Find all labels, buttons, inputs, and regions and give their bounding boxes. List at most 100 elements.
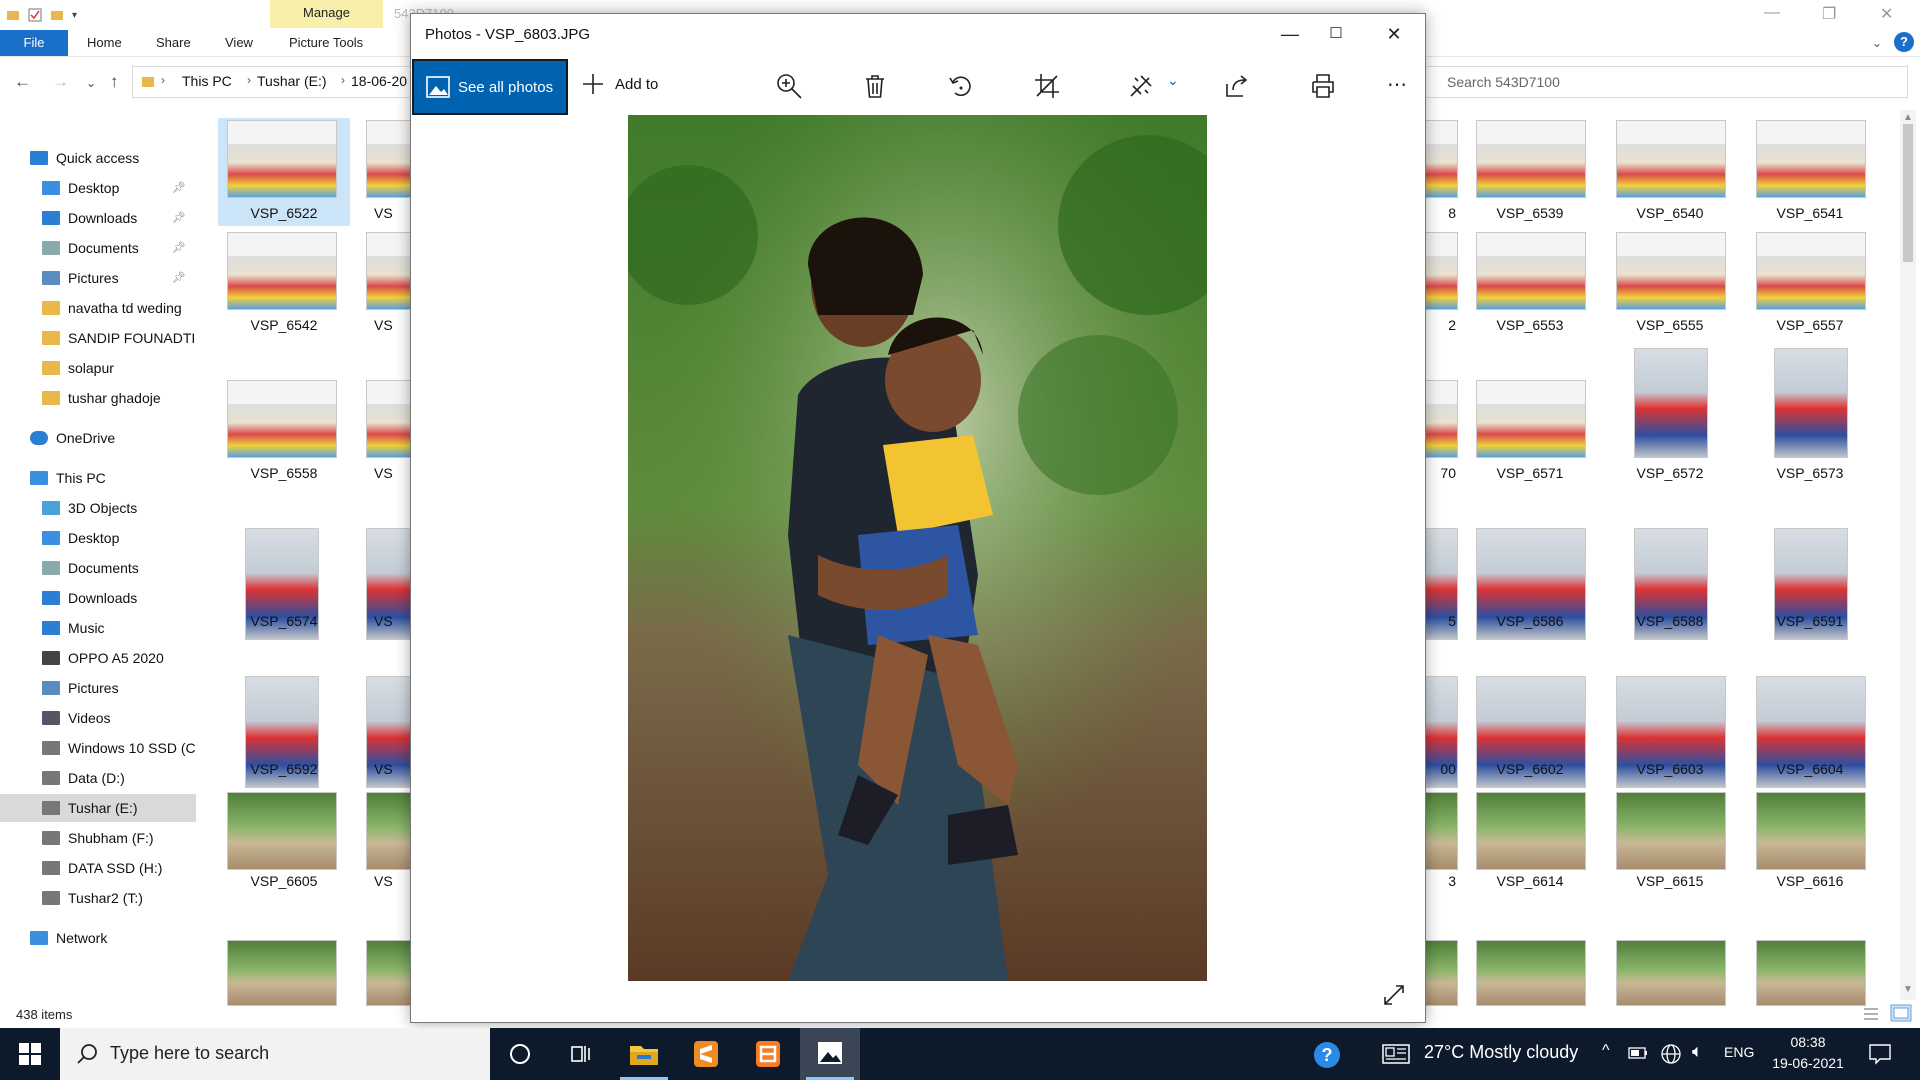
- photos-taskbar-button[interactable]: [800, 1028, 860, 1080]
- more-icon[interactable]: ⋯: [1387, 72, 1407, 97]
- scroll-down-icon[interactable]: ▼: [1903, 984, 1913, 995]
- news-weather-icon[interactable]: [1382, 1044, 1410, 1064]
- file-name-label[interactable]: VSP_6572: [1604, 465, 1736, 481]
- file-name-label[interactable]: 70: [1424, 465, 1456, 481]
- file-name-label[interactable]: VSP_6604: [1744, 761, 1876, 777]
- thumbnail[interactable]: [1476, 120, 1586, 198]
- minimize-icon[interactable]: —: [1267, 20, 1313, 48]
- file-name-label[interactable]: 2: [1424, 317, 1456, 333]
- thumbnail[interactable]: [1476, 792, 1586, 870]
- file-name-label[interactable]: VS: [374, 465, 414, 481]
- thumbnail[interactable]: [1634, 348, 1708, 458]
- thumbnail[interactable]: [227, 940, 337, 1006]
- file-name-label[interactable]: VSP_6540: [1604, 205, 1736, 221]
- scroll-thumb[interactable]: [1903, 124, 1913, 262]
- search-box[interactable]: Search 543D7100: [1420, 66, 1908, 98]
- thumbnail[interactable]: [366, 120, 412, 198]
- details-view-icon[interactable]: [1862, 1006, 1880, 1022]
- file-name-label[interactable]: VS: [374, 205, 414, 221]
- thumbnail[interactable]: [1616, 120, 1726, 198]
- file-name-label[interactable]: VSP_6573: [1744, 465, 1876, 481]
- add-to-button[interactable]: Add to: [581, 72, 658, 96]
- sidebar-item[interactable]: Data (D:): [0, 764, 196, 792]
- close-icon[interactable]: ✕: [1371, 20, 1417, 48]
- breadcrumb-separator[interactable]: ›: [161, 73, 165, 87]
- sidebar-item[interactable]: Pictures 📌︎: [0, 264, 196, 292]
- sidebar-item[interactable]: OneDrive: [0, 424, 196, 452]
- new-folder-icon[interactable]: [50, 8, 64, 22]
- restore-icon[interactable]: ❐: [1822, 4, 1836, 24]
- taskbar-search-box[interactable]: Type here to search: [60, 1028, 490, 1080]
- tab-view[interactable]: View: [225, 30, 253, 56]
- file-name-label[interactable]: VSP_6541: [1744, 205, 1876, 221]
- sidebar-item[interactable]: Desktop 📌︎: [0, 174, 196, 202]
- file-name-label[interactable]: VS: [374, 317, 414, 333]
- thumbnail[interactable]: [366, 380, 412, 458]
- file-name-label[interactable]: VS: [374, 613, 414, 629]
- search-input[interactable]: Search 543D7100: [1447, 74, 1560, 90]
- help-icon[interactable]: ?: [1894, 32, 1914, 52]
- sidebar-item[interactable]: DATA SSD (H:): [0, 854, 196, 882]
- file-name-label[interactable]: VSP_6592: [218, 761, 350, 777]
- crop-icon[interactable]: [1033, 72, 1061, 100]
- file-name-label[interactable]: VSP_6616: [1744, 873, 1876, 889]
- xampp-taskbar-button[interactable]: [738, 1028, 798, 1080]
- show-hidden-icons-icon[interactable]: ^: [1602, 1042, 1610, 1060]
- breadcrumb-separator[interactable]: ›: [341, 73, 345, 87]
- file-name-label[interactable]: VSP_6574: [218, 613, 350, 629]
- file-name-label[interactable]: VSP_6542: [218, 317, 350, 333]
- sidebar-item[interactable]: Documents 📌︎: [0, 234, 196, 262]
- photo-image[interactable]: [628, 115, 1207, 981]
- thumbnail[interactable]: [1756, 792, 1866, 870]
- windows-start-icon[interactable]: [18, 1042, 42, 1066]
- sidebar-item[interactable]: Downloads 📌︎: [0, 204, 196, 232]
- file-name-label[interactable]: VSP_6602: [1464, 761, 1596, 777]
- scrollbar[interactable]: ▲ ▼: [1900, 110, 1916, 1000]
- file-name-label[interactable]: 00: [1424, 761, 1456, 777]
- file-name-label[interactable]: VSP_6615: [1604, 873, 1736, 889]
- help-tips-icon[interactable]: ?: [1312, 1040, 1342, 1070]
- thumbnail[interactable]: [1476, 940, 1586, 1006]
- zoom-in-icon[interactable]: [775, 72, 803, 100]
- thumbnail[interactable]: [1756, 940, 1866, 1006]
- sidebar-item[interactable]: Tushar (E:): [0, 794, 196, 822]
- sidebar-item[interactable]: OPPO A5 2020: [0, 644, 196, 672]
- thumbnail[interactable]: [1424, 380, 1458, 458]
- forward-icon[interactable]: →: [52, 72, 69, 92]
- thumbnail[interactable]: [366, 792, 412, 870]
- sidebar-item[interactable]: This PC: [0, 464, 196, 492]
- file-name-label[interactable]: VSP_6588: [1604, 613, 1736, 629]
- network-globe-icon[interactable]: [1660, 1043, 1682, 1065]
- minimize-icon[interactable]: —: [1764, 4, 1780, 22]
- breadcrumb-drive[interactable]: Tushar (E:): [257, 73, 327, 89]
- volume-icon[interactable]: 🔈︎: [1692, 1041, 1703, 1062]
- file-name-label[interactable]: VSP_6591: [1744, 613, 1876, 629]
- share-icon[interactable]: [1223, 72, 1251, 100]
- taskbar-search-input[interactable]: Type here to search: [110, 1043, 269, 1064]
- task-view-button[interactable]: [550, 1028, 610, 1080]
- thumbnail[interactable]: [366, 940, 412, 1006]
- thumbnail[interactable]: [227, 792, 337, 870]
- edit-icon[interactable]: [1127, 72, 1155, 100]
- folder-icon[interactable]: [6, 8, 20, 22]
- sidebar-item[interactable]: Documents: [0, 554, 196, 582]
- see-all-photos-button[interactable]: See all photos: [412, 59, 568, 115]
- file-name-label[interactable]: 8: [1424, 205, 1456, 221]
- file-name-label[interactable]: VSP_6586: [1464, 613, 1596, 629]
- breadcrumb-separator[interactable]: ›: [247, 73, 251, 87]
- file-name-label[interactable]: VSP_6571: [1464, 465, 1596, 481]
- sidebar-item[interactable]: solapur: [0, 354, 196, 382]
- back-icon[interactable]: ←: [14, 72, 31, 92]
- delete-icon[interactable]: [861, 72, 889, 100]
- close-icon[interactable]: ✕: [1880, 4, 1893, 24]
- file-explorer-taskbar-button[interactable]: [614, 1028, 674, 1080]
- rotate-icon[interactable]: [947, 72, 975, 100]
- sidebar-item[interactable]: Quick access: [0, 144, 196, 172]
- thumbnail[interactable]: [1424, 792, 1458, 870]
- thumbnail[interactable]: [366, 232, 412, 310]
- thumbnail[interactable]: [1756, 120, 1866, 198]
- properties-icon[interactable]: [28, 8, 42, 22]
- print-icon[interactable]: [1309, 72, 1337, 100]
- thumbnail[interactable]: [1616, 792, 1726, 870]
- thumbnail[interactable]: [227, 380, 337, 458]
